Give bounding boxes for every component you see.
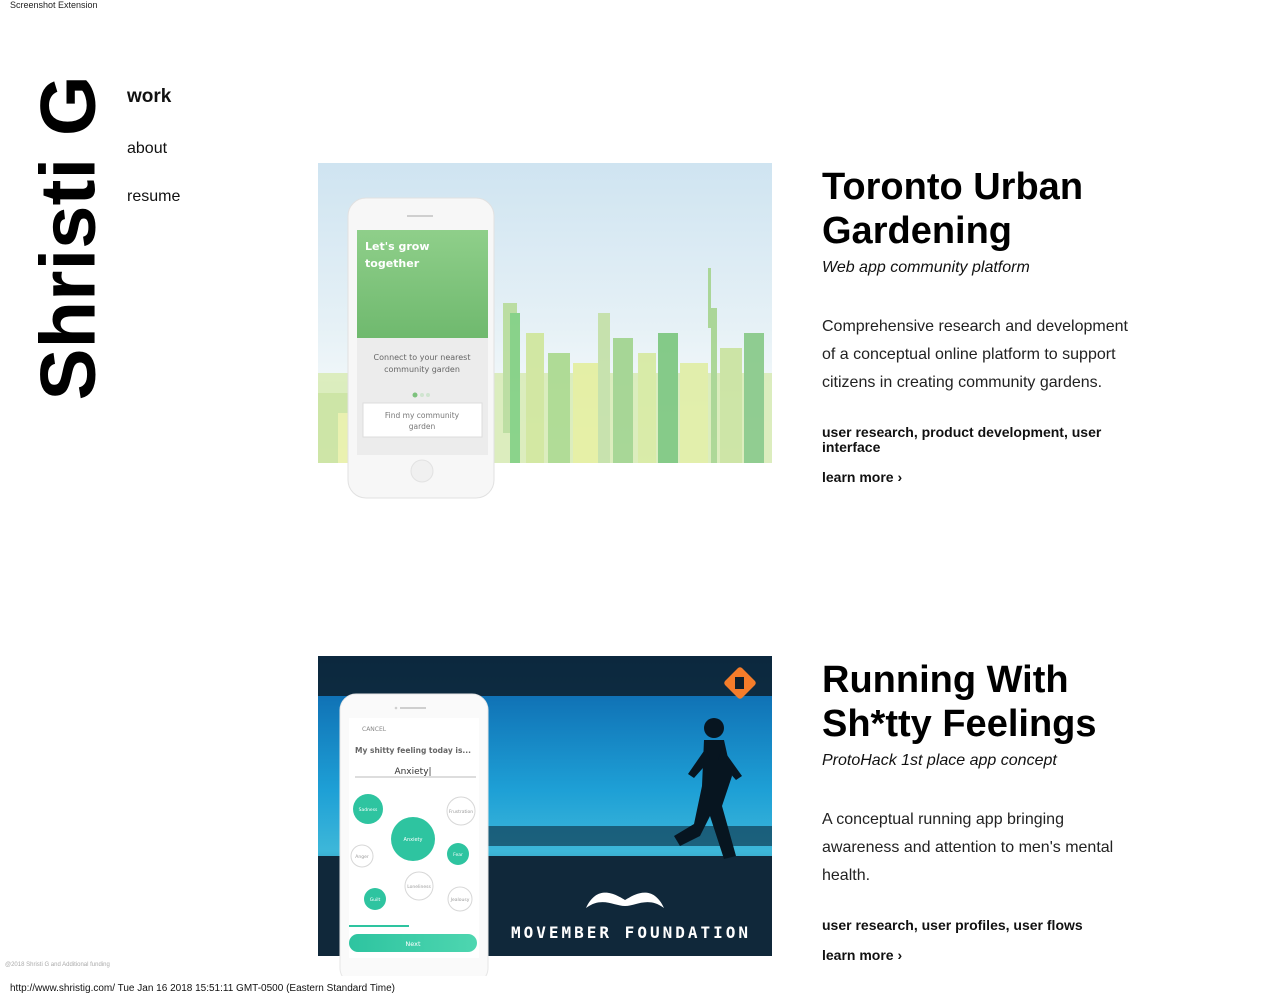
learn-more-link[interactable]: learn more ›	[822, 947, 902, 963]
nav-work-link[interactable]: work	[127, 86, 180, 108]
phone-next-button: Next	[405, 940, 421, 948]
bubble-frustration: Frustration	[449, 809, 473, 815]
phone-body-2: community garden	[384, 365, 460, 374]
learn-more-link[interactable]: learn more ›	[822, 469, 902, 485]
phone-question: My shitty feeling today is...	[355, 746, 471, 755]
project-subtitle: ProtoHack 1st place app concept	[822, 752, 1057, 769]
logo-text: Shristi G	[24, 75, 113, 401]
extension-label: Screenshot Extension	[10, 0, 98, 10]
project-info-toronto: Toronto Urban Gardening Web app communit…	[822, 165, 1142, 487]
bubble-guilt: Guilt	[370, 897, 381, 903]
project-title[interactable]: Toronto Urban Gardening	[822, 165, 1142, 253]
title-line-1: Running With	[822, 659, 1069, 701]
project-tags: user research, user profiles, user flows	[822, 917, 1083, 933]
toronto-gardening-illustration: Let's grow together Connect to your near…	[318, 163, 772, 499]
running-feelings-image[interactable]: MOVEMBER FOUNDATION CANCEL My shitty fee…	[318, 656, 772, 985]
bubble-fear: Fear	[453, 852, 463, 858]
title-line-2: Sh*tty Feelings	[822, 703, 1097, 745]
phone-button-2: garden	[409, 422, 436, 431]
title-line-1: Toronto Urban	[822, 166, 1084, 208]
footer-url: http://www.shristig.com/ Tue Jan 16 2018…	[10, 983, 396, 994]
phone-cancel: CANCEL	[362, 726, 387, 733]
project-subtitle: Web app community platform	[822, 259, 1030, 276]
phone-mockup-2	[339, 693, 489, 985]
project-tags: user research, product development, user…	[822, 424, 1102, 455]
copyright-text: @2018 Shristi G and Additional funding	[5, 962, 110, 968]
bubble-jealousy: Jealousy	[450, 897, 470, 903]
main-nav: work about resume	[127, 86, 180, 206]
site-logo[interactable]: Shristi G	[24, 75, 112, 400]
title-line-2: Gardening	[822, 210, 1013, 252]
movember-banner: MOVEMBER FOUNDATION	[511, 923, 751, 942]
nav-about-link[interactable]: about	[127, 140, 180, 158]
bubble-loneliness: Loneliness	[407, 884, 431, 890]
bubble-anger: Anger	[355, 854, 369, 860]
project-description: A conceptual running app bringing awaren…	[822, 811, 1114, 884]
phone-input: Anxiety|	[394, 767, 431, 777]
project-info-running: Running With Sh*tty Feelings ProtoHack 1…	[822, 658, 1142, 965]
bubble-anxiety: Anxiety	[404, 837, 423, 843]
phone-button-1: Find my community	[385, 411, 460, 420]
phone-heading-2: together	[365, 257, 420, 270]
toronto-gardening-image[interactable]: Let's grow together Connect to your near…	[318, 163, 772, 499]
project-title[interactable]: Running With Sh*tty Feelings	[822, 658, 1142, 746]
phone-heading-1: Let's grow	[365, 240, 430, 253]
bubble-sadness: Sadness	[359, 807, 378, 813]
running-feelings-illustration: MOVEMBER FOUNDATION CANCEL My shitty fee…	[318, 656, 772, 985]
project-description: Comprehensive research and development o…	[822, 318, 1128, 391]
nav-resume-link[interactable]: resume	[127, 188, 180, 206]
phone-body-1: Connect to your nearest	[374, 353, 471, 362]
